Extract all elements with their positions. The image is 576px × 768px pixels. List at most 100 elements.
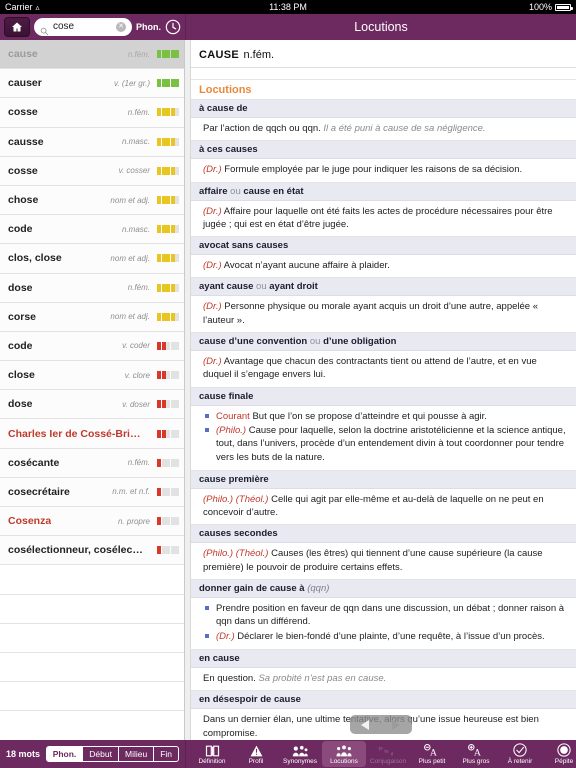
locution-heading: avocat sans causes [191, 237, 576, 256]
word-pos-label: v. coder [122, 341, 150, 351]
word-pos-label: n.fém. [127, 283, 150, 293]
locution-item: causes secondes (Philo.) (Théol.) Causes … [191, 524, 576, 579]
clock-icon[interactable] [165, 19, 181, 35]
word-label: cosse [8, 164, 38, 177]
word-pos-label: n.masc. [121, 137, 150, 147]
word-pos-label: n.fém. [127, 107, 150, 117]
word-list-item[interactable]: cosecrétaire n.m. et n.f. [0, 477, 184, 507]
word-list-item[interactable]: Cosenza n. propre [0, 507, 184, 537]
filter-segment-dbut[interactable]: Début [83, 747, 119, 761]
word-label: dose [8, 281, 33, 294]
word-pos-label: n.fém. [127, 458, 150, 468]
arrow-left-icon[interactable] [361, 719, 369, 730]
nav-overlay[interactable] [349, 715, 412, 734]
word-label: code [8, 339, 33, 352]
word-pos-label: nom et adj. [110, 253, 150, 263]
word-label: Cosenza [8, 515, 52, 528]
word-label: cosse [8, 106, 38, 119]
toolbar-pepite-button[interactable]: Pépite [542, 741, 576, 767]
locution-definition: (Dr.) Avocat n’ayant aucune affaire à pl… [203, 260, 390, 272]
frequency-indicator [157, 458, 179, 467]
word-list-item[interactable]: dose v. doser [0, 390, 184, 420]
toolbar-locutions-button[interactable]: Locutions [322, 741, 366, 767]
word-label: cosecrétaire [8, 485, 70, 498]
filter-segmented-control[interactable]: Phon. Début Milieu Fin [45, 746, 179, 762]
nugget-icon [557, 742, 571, 757]
arrow-right-icon[interactable] [392, 719, 400, 730]
frequency-indicator [157, 79, 179, 88]
toolbar-item-label: Synonymes [283, 757, 317, 765]
toolbar-definition-button[interactable]: Définition [190, 741, 234, 767]
word-pos-label: v. doser [122, 399, 150, 409]
group-icon [336, 744, 352, 757]
locution-definition: (Dr.) Personne physique ou morale ayant … [203, 301, 538, 326]
frequency-indicator [157, 196, 179, 205]
frequency-indicator [157, 166, 179, 175]
app-root: Carrier ▵ 11:38 PM 100% cose ✕ Phon. Loc… [0, 0, 576, 768]
top-bar: cose ✕ Phon. Locutions [0, 14, 576, 40]
locution-heading: en cause [191, 649, 576, 668]
svg-text:il: il [391, 751, 393, 757]
word-list-item[interactable]: dose n.fém. [0, 273, 184, 303]
word-list-item-empty [0, 623, 184, 653]
toolbar-plusgros-button[interactable]: A Plus gros [454, 741, 498, 767]
locution-definition: Prendre position en faveur de qqn dans u… [191, 598, 576, 649]
word-list-item[interactable]: chose nom et adj. [0, 185, 184, 216]
frequency-indicator [157, 429, 179, 438]
filter-segment-fin[interactable]: Fin [154, 747, 178, 761]
word-list-item[interactable]: cosécante n.fém. [0, 448, 184, 478]
word-label: close [8, 369, 35, 382]
check-circle-icon [513, 742, 527, 757]
word-label: dose [8, 398, 33, 411]
search-input[interactable]: cose ✕ [34, 18, 132, 36]
word-pos-label: v. cosser [118, 166, 150, 176]
warning-triangle-icon [250, 744, 263, 757]
toolbar-synonymes-button[interactable]: Synonymes [278, 741, 322, 767]
locution-definition: Par l’action de qqch ou qqn. Il a été pu… [203, 123, 486, 134]
clear-icon[interactable]: ✕ [116, 22, 126, 32]
word-list-item[interactable]: cosse v. cosser [0, 156, 184, 186]
word-list-item[interactable]: code v. coder [0, 331, 184, 362]
entry-content-panel[interactable]: CAUSE n.fém. Locutions à cause de Par l’a… [185, 40, 576, 740]
frequency-indicator [157, 341, 179, 350]
word-list-item[interactable]: clos, close nom et adj. [0, 244, 184, 274]
word-count-bar: 18 mots Phon. Début Milieu Fin [0, 740, 185, 768]
word-pos-label: n.masc. [121, 224, 150, 234]
word-pos-label: nom et adj. [110, 195, 150, 205]
locution-heading: causes secondes [191, 525, 576, 544]
toolbar-pluspetit-button[interactable]: A Plus petit [410, 741, 454, 767]
word-list-item[interactable]: cause n.fém. [0, 40, 184, 70]
locution-definition: (Philo.) (Théol.) Causes (les êtres) qui… [203, 548, 543, 573]
battery-percent-label: 100% [528, 2, 552, 12]
word-pos-label: v. clore [124, 370, 150, 380]
locution-item: avocat sans causes (Dr.) Avocat n’ayant a… [191, 236, 576, 277]
toolbar-item-label: Pépite [554, 757, 574, 765]
locution-heading: à ces causes [191, 141, 576, 160]
word-label: causer [8, 77, 42, 90]
word-list-item[interactable]: cosse n.fém. [0, 98, 184, 128]
home-button[interactable] [4, 17, 30, 37]
toolbar-aretenir-button[interactable]: À retenir [498, 741, 542, 767]
word-list-item[interactable]: corse nom et adj. [0, 302, 184, 332]
toolbar-item-label: À retenir [507, 757, 533, 765]
action-toolbar[interactable]: Définition Profil Synonymes Locutions je tu il… [185, 740, 576, 768]
word-list-item[interactable]: causer v. (1er gr.) [0, 69, 184, 99]
phon-label: Phon. [136, 22, 161, 32]
word-list-sidebar[interactable]: cause n.fém. causer v. (1er gr.) cosse n.fém.… [0, 40, 185, 740]
content-title-bar: Locutions [185, 14, 576, 40]
text-smaller-icon: A [423, 743, 441, 757]
frequency-indicator [157, 546, 179, 555]
word-list-item[interactable]: cosélectionneur, cosélectionneuse [0, 536, 184, 566]
frequency-indicator [157, 108, 179, 117]
locution-definition: Courant But que l’on se propose d’attein… [191, 406, 576, 470]
word-list-item[interactable]: code n.masc. [0, 215, 184, 245]
word-list-item[interactable]: close v. clore [0, 361, 184, 391]
word-list-item[interactable]: Charles Ier de Cossé-Brissac, comte… [0, 419, 184, 449]
bottom-bar: 18 mots Phon. Début Milieu Fin Définition Pr… [0, 740, 576, 768]
locution-definition: (Dr.) Affaire pour laquelle ont été fait… [203, 205, 553, 230]
filter-segment-milieu[interactable]: Milieu [119, 747, 155, 761]
word-list-item[interactable]: causse n.masc. [0, 127, 184, 157]
toolbar-profil-button[interactable]: Profil [234, 741, 278, 767]
filter-segment-phon[interactable]: Phon. [46, 747, 84, 761]
locution-heading: cause d’une convention ou d’une obligati… [191, 333, 576, 352]
